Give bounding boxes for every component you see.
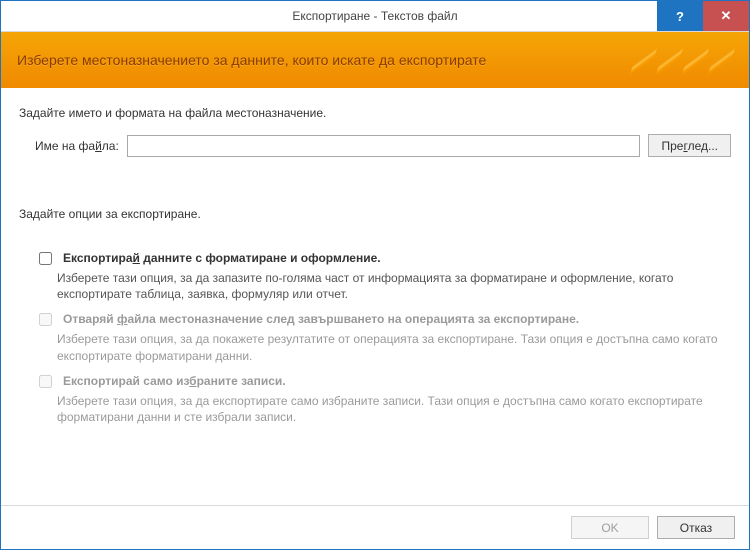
filename-row: Име на файла: Преглед... (35, 134, 731, 157)
banner-decoration (635, 32, 731, 88)
filename-label: Име на файла: (35, 139, 119, 153)
options-heading: Задайте опции за експортиране. (19, 207, 731, 221)
option-selected-only-desc: Изберете тази опция, за да експортирате … (57, 393, 731, 425)
option-format-layout-checkbox[interactable] (39, 252, 52, 265)
option-selected-only-title: Експортирай само избраните записи. (63, 374, 286, 388)
option-selected-only-checkbox (39, 375, 52, 388)
option-format-layout-desc: Изберете тази опция, за да запазите по-г… (57, 270, 731, 302)
titlebar: Експортиране - Текстов файл ? ✕ (1, 1, 749, 32)
filename-input[interactable] (127, 135, 641, 157)
destination-instruction: Задайте името и формата на файла местона… (19, 106, 731, 120)
dialog-footer: OK Отказ (1, 505, 749, 549)
help-button[interactable]: ? (657, 1, 703, 31)
window-title: Експортиране - Текстов файл (1, 9, 749, 23)
export-dialog: Експортиране - Текстов файл ? ✕ Изберете… (0, 0, 750, 550)
option-open-after-checkbox (39, 313, 52, 326)
browse-button[interactable]: Преглед... (648, 134, 731, 157)
option-selected-only: Експортирай само избраните записи. (35, 374, 731, 391)
option-open-after-desc: Изберете тази опция, за да покажете резу… (57, 331, 731, 363)
help-icon: ? (676, 9, 684, 24)
wizard-banner: Изберете местоназначението за данните, к… (1, 32, 749, 88)
export-options: Експортирай данните с форматиране и офор… (19, 241, 731, 431)
option-format-layout: Експортирай данните с форматиране и офор… (35, 251, 731, 268)
close-button[interactable]: ✕ (703, 1, 749, 31)
window-controls: ? ✕ (657, 1, 749, 31)
option-open-after: Отваряй файла местоназначение след завър… (35, 312, 731, 329)
dialog-body: Задайте името и формата на файла местона… (1, 88, 749, 505)
wizard-heading: Изберете местоназначението за данните, к… (17, 52, 486, 68)
option-format-layout-title: Експортирай данните с форматиране и офор… (63, 251, 381, 265)
close-icon: ✕ (721, 8, 732, 24)
option-open-after-title: Отваряй файла местоназначение след завър… (63, 312, 579, 326)
cancel-button[interactable]: Отказ (657, 516, 735, 539)
ok-button: OK (571, 516, 649, 539)
